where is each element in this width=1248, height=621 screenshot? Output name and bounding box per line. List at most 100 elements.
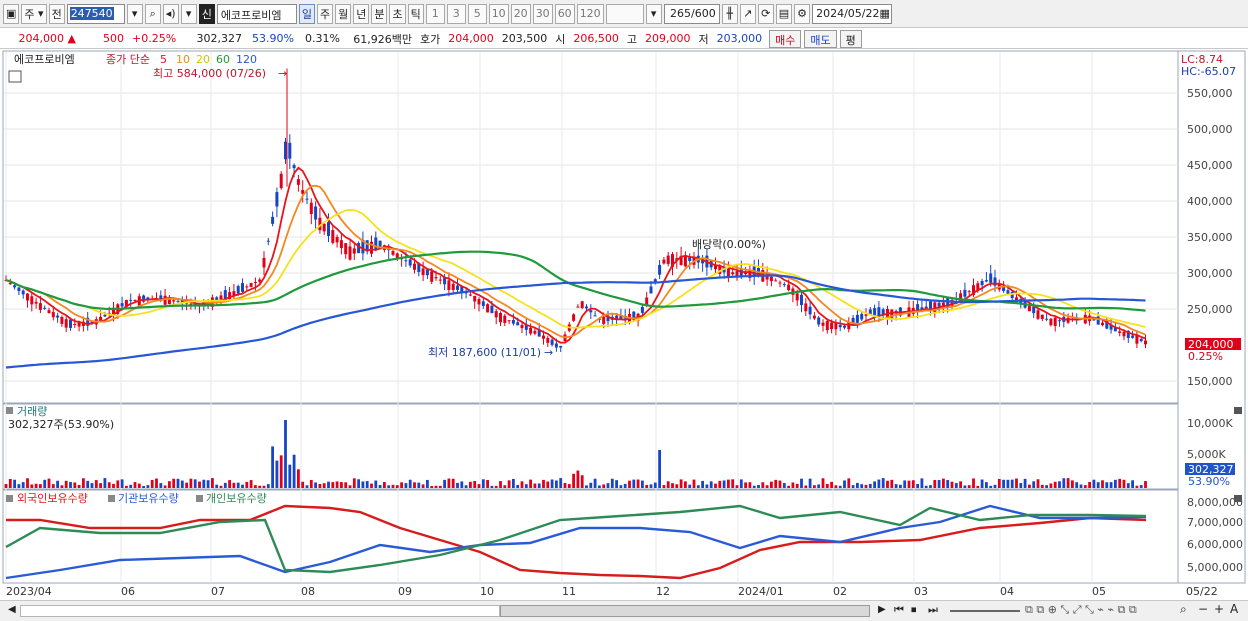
candle-type-icon[interactable]: ╫	[721, 3, 738, 24]
scrollbar-track[interactable]	[20, 605, 500, 617]
stock-chart[interactable]: 에코프로비엠 종가 단순 5 10 20 60 120 최고 584,000 (…	[0, 50, 1248, 601]
volume-bar	[886, 480, 889, 488]
volume-bar	[301, 481, 305, 488]
stock-code-input[interactable]: 247540	[66, 3, 125, 24]
scroll-right-icon[interactable]: ▶	[878, 604, 886, 615]
layout-icon[interactable]: ▣	[3, 3, 20, 24]
rewind-icon[interactable]: ⏮	[894, 603, 904, 617]
toolbar-tools-icon[interactable]: ⧉ ⧉ ⊕ ⤡ ⤢ ⤡ ⌁ ⌁ ⧉ ⧉	[1025, 603, 1137, 617]
interval-60[interactable]: 60	[554, 3, 575, 24]
period-tick-tab[interactable]: 틱	[407, 3, 424, 24]
line-tool-icon[interactable]: ↗	[739, 3, 756, 24]
zoom-out-icon[interactable]: −	[1198, 602, 1208, 616]
interval-input[interactable]	[605, 3, 644, 24]
volume-bar	[542, 479, 545, 488]
text-tool-icon[interactable]: A	[1230, 602, 1238, 616]
period-week-tab[interactable]: 주	[316, 3, 334, 24]
volume-bar	[1135, 485, 1139, 488]
x-axis-label: 05/22	[1186, 585, 1218, 598]
holdings-tick-5m: 5,000,000	[1187, 561, 1243, 574]
scrollbar-thumb[interactable]	[500, 605, 870, 617]
volume-bar	[17, 484, 21, 488]
save-icon[interactable]: ▤	[775, 3, 793, 24]
candle-body	[662, 259, 666, 264]
volume-bar	[619, 485, 623, 488]
holdings-tick-6m: 6,000,000	[1187, 538, 1243, 551]
volume-bar	[137, 483, 141, 488]
period-day-tab[interactable]: 일	[298, 3, 315, 24]
gear-icon[interactable]: ⚙	[794, 3, 811, 24]
volume-bar	[997, 478, 1001, 488]
calendar-icon[interactable]: ▦	[880, 7, 890, 20]
volume-panel-close-icon[interactable]	[1234, 407, 1242, 414]
candle-body	[271, 216, 275, 224]
eval-button[interactable]: 평	[839, 29, 862, 48]
prev-button[interactable]: 전	[48, 3, 65, 24]
volume-bar	[800, 478, 803, 488]
candle-body	[834, 323, 838, 330]
volume-bar	[193, 479, 197, 488]
candle-body	[980, 281, 984, 286]
period-year-tab[interactable]: 년	[353, 3, 370, 24]
refresh-icon[interactable]: ⟳	[757, 3, 774, 24]
interval-10[interactable]: 10	[488, 3, 509, 24]
panel-settings-icon[interactable]	[8, 70, 22, 83]
sell-button[interactable]: 매도	[804, 29, 837, 48]
buy-button[interactable]: 매수	[769, 29, 802, 48]
search-icon[interactable]: ⌕	[144, 3, 161, 24]
code-dropdown-icon[interactable]: ▾	[126, 3, 143, 24]
interval-5[interactable]: 5	[467, 3, 487, 24]
candle-body	[245, 286, 249, 288]
zoom-search-icon[interactable]: ⌕	[1180, 602, 1187, 617]
period-month-tab[interactable]: 월	[335, 3, 352, 24]
period-second-tab[interactable]: 초	[389, 3, 406, 24]
interval-30[interactable]: 30	[532, 3, 553, 24]
candle-body	[1101, 322, 1104, 326]
volume-bar	[546, 481, 550, 488]
candle-body	[963, 289, 967, 297]
holdings-panel-close-icon[interactable]	[1234, 495, 1242, 502]
candle-body	[860, 313, 864, 320]
date-field[interactable]: 2024/05/22 ▦	[812, 3, 893, 24]
volume-bar	[821, 478, 825, 488]
candle-body	[499, 312, 502, 323]
candle-body	[305, 198, 309, 200]
market-select[interactable]: 주 ▾	[21, 3, 47, 24]
interval-20[interactable]: 20	[510, 3, 531, 24]
count-value: 265	[669, 6, 691, 20]
price-panel-title: 에코프로비엠	[14, 53, 75, 66]
volume-bar	[757, 485, 760, 488]
interval-dropdown-icon[interactable]: ▾	[645, 3, 662, 24]
interval-3[interactable]: 3	[446, 3, 466, 24]
scroll-left-icon[interactable]: ◀	[8, 604, 16, 615]
candle-body	[266, 240, 270, 242]
fast-forward-icon[interactable]: ⏭	[928, 603, 938, 617]
volume-bar	[675, 484, 679, 488]
volume-tick-5000k: 5,000K	[1187, 448, 1226, 461]
candle-body	[1053, 317, 1057, 326]
candle-body	[821, 322, 825, 326]
volume-bar	[1122, 479, 1126, 488]
period-minute-tab[interactable]: 분	[371, 3, 388, 24]
count-field[interactable]: 265/600	[663, 3, 720, 24]
candle-body	[559, 346, 563, 348]
sound-dropdown-icon[interactable]: ▾	[180, 3, 197, 24]
interval-1[interactable]: 1	[425, 3, 445, 24]
interval-120[interactable]: 120	[576, 3, 604, 24]
volume-bar	[1114, 479, 1117, 488]
volume-bar	[847, 478, 851, 488]
candle-body	[585, 306, 588, 309]
volume-bar	[107, 482, 111, 488]
volume-bar	[782, 483, 786, 488]
candle-body	[507, 320, 511, 322]
zoom-in-icon[interactable]: +	[1214, 602, 1224, 616]
sound-icon[interactable]: ◂)	[162, 3, 179, 24]
volume-bar	[8, 478, 12, 488]
zoom-slider[interactable]	[950, 610, 1020, 612]
x-axis-label: 09	[398, 585, 412, 598]
stop-icon[interactable]: ⏹	[911, 603, 917, 617]
x-axis-label: 08	[301, 585, 315, 598]
volume-bar	[232, 482, 236, 488]
volume-bar	[567, 484, 571, 488]
volume-panel-marker	[6, 407, 13, 414]
